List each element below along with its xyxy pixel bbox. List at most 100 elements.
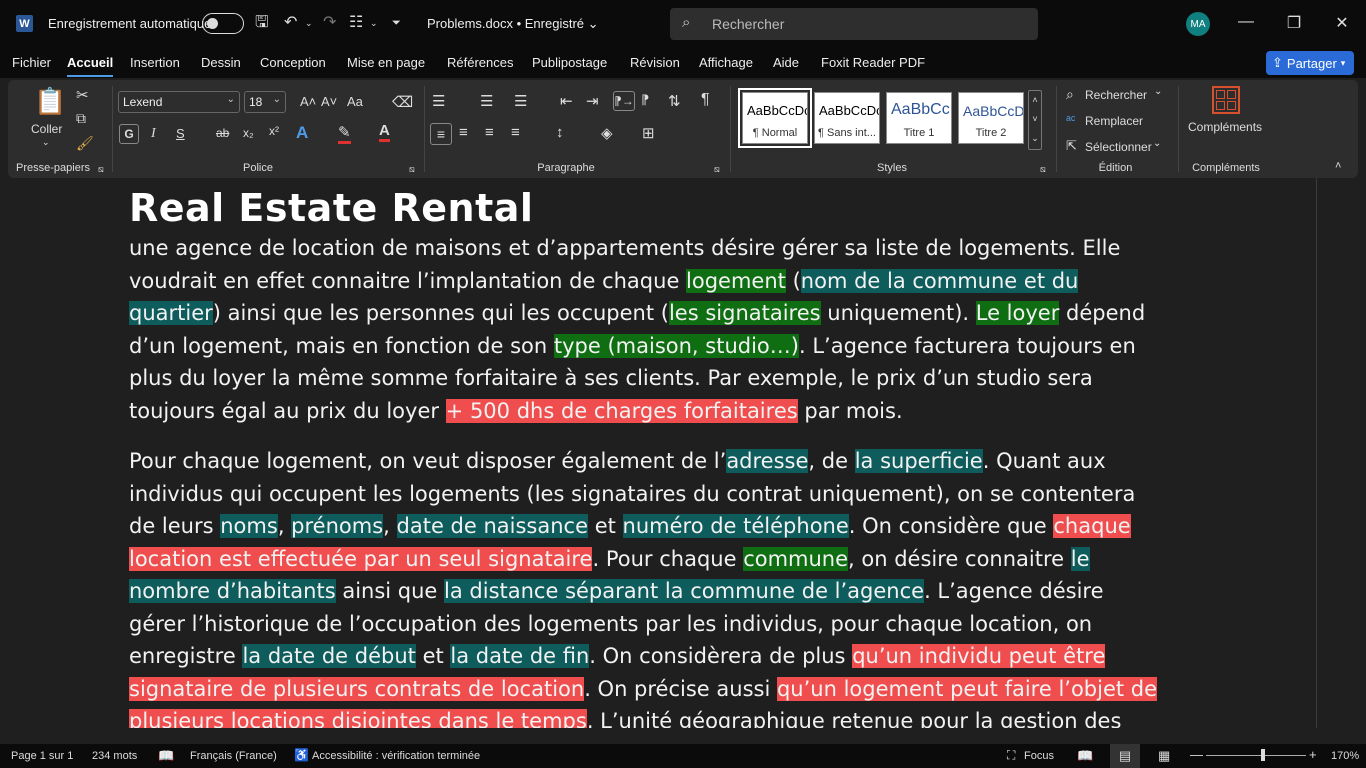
tab-conception[interactable]: Conception bbox=[260, 55, 326, 70]
accessibility-status[interactable]: Accessibilité : vérification terminée bbox=[312, 750, 480, 762]
zoom-in-icon[interactable]: + bbox=[1309, 747, 1317, 762]
close-icon[interactable]: ✕ bbox=[1332, 13, 1352, 33]
align-center-icon[interactable]: ≡ bbox=[459, 124, 468, 141]
style-heading-2[interactable]: AaBbCcD Titre 2 bbox=[958, 92, 1024, 144]
borders-icon[interactable]: ⊞ bbox=[642, 124, 655, 142]
select-button[interactable]: Sélectionner bbox=[1085, 140, 1152, 154]
cut-icon[interactable]: ✂ bbox=[76, 86, 89, 104]
focus-button[interactable]: Focus bbox=[1024, 750, 1054, 762]
tab-foxit-reader-pdf[interactable]: Foxit Reader PDF bbox=[821, 55, 925, 70]
tab-aide[interactable]: Aide bbox=[773, 55, 799, 70]
language[interactable]: Français (France) bbox=[190, 750, 277, 762]
multilevel-list-icon[interactable]: ☰ bbox=[514, 92, 527, 110]
style-heading-1[interactable]: AaBbCc Titre 1 bbox=[886, 92, 952, 144]
list-dropdown-icon[interactable]: ⌄ bbox=[370, 13, 378, 33]
change-case-button[interactable]: Aa bbox=[347, 94, 363, 109]
save-icon[interactable]: 🖫 bbox=[255, 13, 269, 33]
superscript-button[interactable]: x² bbox=[269, 124, 279, 138]
clear-formatting-icon[interactable]: ⌫ bbox=[392, 93, 413, 111]
clipboard-launcher-icon[interactable]: ⧅ bbox=[98, 164, 104, 175]
chevron-down-icon[interactable]: ⌄ bbox=[1153, 138, 1161, 149]
paste-button[interactable]: Coller bbox=[31, 122, 62, 136]
font-color-icon[interactable]: A bbox=[379, 122, 390, 142]
find-button[interactable]: Rechercher bbox=[1085, 88, 1147, 102]
shrink-font-button[interactable]: A˅ bbox=[321, 94, 337, 109]
underline-button[interactable]: S bbox=[176, 126, 185, 141]
zoom-slider[interactable] bbox=[1206, 755, 1306, 756]
tab-insertion[interactable]: Insertion bbox=[130, 55, 180, 70]
replace-button[interactable]: Remplacer bbox=[1085, 114, 1143, 128]
highlight-color-icon[interactable]: ✎ bbox=[338, 123, 351, 144]
chevron-down-icon[interactable]: ⌄ bbox=[1154, 86, 1162, 97]
paste-icon[interactable]: 📋 bbox=[34, 86, 66, 117]
word-count[interactable]: 234 mots bbox=[92, 750, 137, 762]
line-spacing-icon[interactable]: ↕ bbox=[556, 124, 564, 141]
zoom-level[interactable]: 170% bbox=[1331, 750, 1359, 762]
tab-affichage[interactable]: Affichage bbox=[699, 55, 753, 70]
shading-icon[interactable]: ◈ bbox=[601, 124, 613, 142]
bullets-icon[interactable]: ☰ bbox=[432, 92, 445, 110]
strikethrough-button[interactable]: ab bbox=[216, 126, 229, 140]
copy-icon[interactable]: ⧉ bbox=[76, 110, 86, 127]
zoom-slider-thumb[interactable] bbox=[1261, 749, 1265, 761]
font-size-combo[interactable]: 18 ⌄ bbox=[244, 91, 286, 113]
minimize-icon[interactable]: — bbox=[1236, 13, 1256, 31]
page-count[interactable]: Page 1 sur 1 bbox=[11, 750, 73, 762]
tab-accueil[interactable]: Accueil bbox=[67, 55, 114, 77]
collapse-ribbon-icon[interactable]: ˄ bbox=[1335, 160, 1341, 172]
align-right-icon[interactable]: ≡ bbox=[485, 124, 494, 141]
document-page[interactable]: Real Estate Rental une agence de locatio… bbox=[129, 184, 1159, 728]
bold-button[interactable]: G bbox=[119, 124, 139, 144]
autosave-toggle[interactable] bbox=[202, 13, 244, 34]
tab-dessin[interactable]: Dessin bbox=[201, 55, 241, 70]
numbering-icon[interactable]: ☰ bbox=[480, 92, 493, 110]
zoom-out-icon[interactable]: — bbox=[1190, 747, 1203, 762]
list-style-icon[interactable]: ☷ bbox=[349, 13, 363, 33]
rtl-direction-icon[interactable]: ⁋ bbox=[641, 92, 649, 108]
addins-icon[interactable] bbox=[1212, 86, 1240, 114]
maximize-icon[interactable]: ❐ bbox=[1284, 13, 1304, 33]
subscript-button[interactable]: x₂ bbox=[243, 126, 254, 140]
paste-dropdown-icon[interactable]: ⌄ bbox=[42, 137, 50, 148]
grow-font-button[interactable]: A˄ bbox=[300, 94, 316, 109]
increase-indent-icon[interactable]: ⇥ bbox=[586, 92, 599, 110]
paragraph-launcher-icon[interactable]: ⧅ bbox=[714, 164, 720, 175]
redo-icon[interactable]: ↷ bbox=[323, 13, 336, 33]
addins-button[interactable]: Compléments bbox=[1188, 120, 1262, 134]
web-layout-icon[interactable]: ▦ bbox=[1158, 748, 1170, 764]
focus-icon: ⛶ bbox=[1007, 748, 1016, 762]
tab-revision[interactable]: Révision bbox=[630, 55, 680, 70]
style-normal[interactable]: AaBbCcDc ¶ Normal bbox=[738, 88, 812, 148]
style-no-spacing[interactable]: AaBbCcDc ¶ Sans int... bbox=[814, 92, 880, 144]
undo-icon[interactable]: ↶ bbox=[284, 13, 297, 33]
tab-fichier[interactable]: Fichier bbox=[12, 55, 51, 70]
share-button[interactable]: ⇪ Partager ▾ bbox=[1266, 51, 1354, 75]
styles-launcher-icon[interactable]: ⧅ bbox=[1040, 164, 1046, 175]
text-effects-icon[interactable]: A bbox=[296, 123, 308, 143]
customize-toolbar-icon[interactable]: ⏷ bbox=[392, 13, 401, 33]
vertical-scrollbar[interactable] bbox=[1316, 178, 1366, 728]
print-layout-icon[interactable]: ▤ bbox=[1110, 744, 1140, 768]
justify-icon[interactable]: ≡ bbox=[511, 124, 520, 141]
text-run: uniquement). bbox=[820, 301, 976, 325]
document-canvas[interactable]: Real Estate Rental une agence de locatio… bbox=[0, 178, 1316, 728]
read-mode-icon[interactable]: 📖 bbox=[1077, 748, 1093, 764]
avatar[interactable]: MA bbox=[1186, 12, 1210, 36]
italic-button[interactable]: I bbox=[151, 126, 156, 142]
sort-icon[interactable]: ⇅ bbox=[668, 92, 681, 110]
tab-publipostage[interactable]: Publipostage bbox=[532, 55, 607, 70]
format-painter-icon[interactable]: 🖌 bbox=[76, 135, 94, 152]
search-box[interactable]: ⌕ Rechercher bbox=[670, 8, 1038, 40]
tab-mise-en-page[interactable]: Mise en page bbox=[347, 55, 425, 70]
styles-scroll[interactable]: ˄ ˅ ⌄ bbox=[1028, 90, 1042, 150]
document-title[interactable]: Problems.docx • Enregistré ⌄ bbox=[427, 16, 599, 32]
tab-references[interactable]: Références bbox=[447, 55, 513, 70]
align-left-icon[interactable]: ≡ bbox=[430, 123, 452, 145]
show-marks-icon[interactable]: ¶ bbox=[701, 91, 710, 109]
undo-dropdown-icon[interactable]: ⌄ bbox=[305, 13, 313, 33]
decrease-indent-icon[interactable]: ⇤ bbox=[560, 92, 573, 110]
font-launcher-icon[interactable]: ⧅ bbox=[409, 164, 415, 175]
proofing-icon[interactable]: 📖 bbox=[158, 748, 174, 764]
font-name-combo[interactable]: Lexend ⌄ bbox=[118, 91, 240, 113]
ltr-direction-icon[interactable]: ⁋→ bbox=[613, 91, 635, 111]
